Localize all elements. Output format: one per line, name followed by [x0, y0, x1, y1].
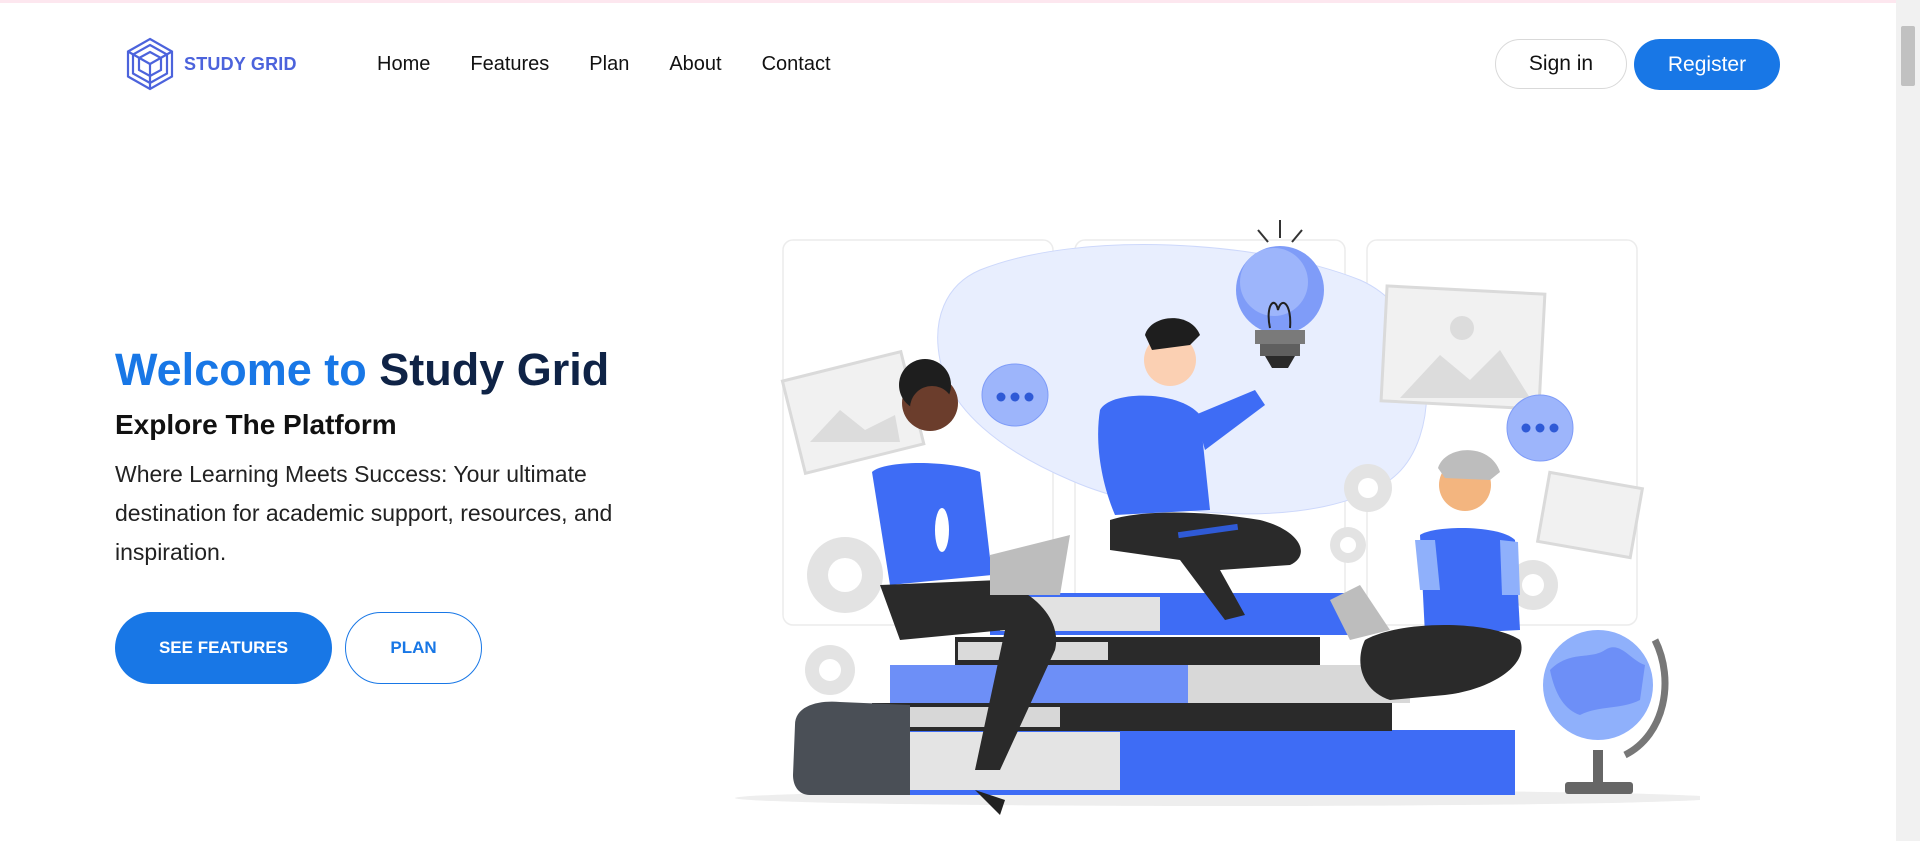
- logo-icon: [126, 37, 174, 91]
- hero-title-welcome: Welcome to: [115, 344, 367, 395]
- nav-contact[interactable]: Contact: [762, 53, 831, 76]
- sign-in-button[interactable]: Sign in: [1495, 39, 1627, 89]
- hero-title-brand: Study Grid: [379, 344, 610, 395]
- hero-subtitle: Explore The Platform: [115, 409, 397, 440]
- plan-button[interactable]: PLAN: [345, 612, 482, 684]
- students-studying-illustration: [735, 220, 1700, 815]
- nav-home[interactable]: Home: [377, 53, 430, 76]
- see-features-button[interactable]: SEE FEATURES: [115, 612, 332, 684]
- nav-plan[interactable]: Plan: [589, 53, 629, 76]
- nav-about[interactable]: About: [669, 53, 721, 76]
- scrollbar-thumb[interactable]: [1901, 26, 1915, 86]
- site-header: STUDY GRID Home Features Plan About Cont…: [0, 3, 1896, 123]
- hero-section: Welcome to Study Grid Explore The Platfo…: [115, 343, 675, 572]
- brand-name: STUDY GRID: [184, 53, 297, 74]
- brand-logo[interactable]: STUDY GRID: [122, 36, 297, 92]
- main-nav: Home Features Plan About Contact: [377, 53, 871, 76]
- nav-features[interactable]: Features: [470, 53, 549, 76]
- hero-description: Where Learning Meets Success: Your ultim…: [115, 461, 613, 565]
- register-button[interactable]: Register: [1634, 39, 1780, 90]
- page-scrollbar[interactable]: [1896, 0, 1920, 841]
- hero-title: Welcome to Study Grid: [115, 343, 675, 397]
